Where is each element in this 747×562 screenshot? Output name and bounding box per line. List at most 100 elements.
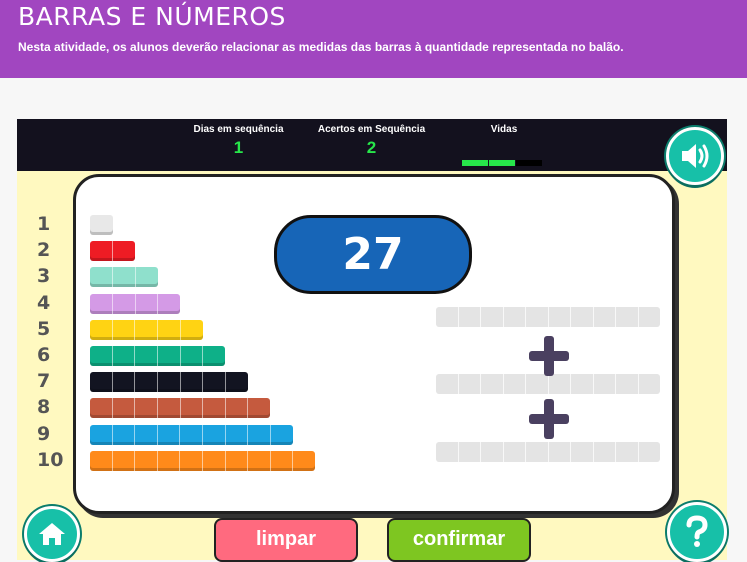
- life-segment: [462, 160, 488, 166]
- bar-unit: [226, 398, 249, 419]
- slot-unit: [504, 374, 526, 394]
- bar-unit: [158, 346, 181, 366]
- lives-label: Vidas: [490, 124, 518, 135]
- bar-number-label: 9: [37, 422, 51, 445]
- life-segment: [516, 160, 542, 166]
- bar-unit: [203, 346, 225, 366]
- slot-unit: [639, 374, 661, 394]
- bar-unit: [136, 293, 159, 314]
- slot-unit: [616, 442, 639, 462]
- bar-number-label: 10: [37, 448, 64, 471]
- stats-bar: Dias em sequência 1 Acertos em Sequência…: [17, 119, 727, 171]
- slot-unit: [526, 442, 549, 462]
- slot-unit: [436, 442, 459, 462]
- answer-slot[interactable]: [436, 442, 660, 462]
- slot-unit: [639, 307, 661, 327]
- slot-unit: [504, 307, 526, 327]
- life-segment: [489, 160, 515, 166]
- bar-unit: [113, 319, 136, 340]
- bar-unit: [113, 293, 136, 314]
- home-button[interactable]: [24, 506, 80, 562]
- bar-unit: [90, 293, 113, 314]
- number-bar-1[interactable]: [90, 215, 113, 235]
- slot-unit: [639, 442, 661, 462]
- number-bar-6[interactable]: [90, 346, 225, 366]
- clear-button[interactable]: limpar: [214, 518, 358, 562]
- bar-unit: [203, 398, 226, 419]
- hits-stat: Acertos em Sequência 2: [310, 124, 433, 158]
- number-bar-2[interactable]: [90, 241, 135, 262]
- number-bar-10[interactable]: [90, 450, 315, 471]
- bar-unit: [135, 424, 158, 445]
- bar-unit: [113, 241, 135, 261]
- bar-unit: [90, 267, 113, 288]
- bar-unit: [136, 267, 158, 287]
- bar-unit: [90, 372, 113, 393]
- bar-unit: [203, 450, 226, 471]
- slot-unit: [594, 442, 616, 462]
- number-bar-9[interactable]: [90, 424, 293, 445]
- answer-slot[interactable]: [436, 374, 660, 394]
- bar-unit: [158, 294, 180, 314]
- slot-unit: [481, 442, 504, 462]
- slot-unit: [571, 307, 594, 327]
- bar-number-label: 6: [37, 344, 51, 366]
- number-bar-4[interactable]: [90, 293, 180, 314]
- slot-unit: [571, 442, 594, 462]
- plus-icon: [529, 399, 569, 439]
- bar-unit: [180, 450, 203, 471]
- streak-stat: Dias em sequência 1: [187, 124, 290, 158]
- streak-label: Dias em sequência: [193, 124, 284, 135]
- bar-unit: [135, 319, 159, 340]
- slot-unit: [459, 442, 481, 462]
- confirm-button[interactable]: confirmar: [387, 518, 531, 562]
- slot-unit: [594, 307, 616, 327]
- bar-unit: [90, 241, 113, 262]
- sound-button[interactable]: [666, 127, 724, 185]
- bar-unit: [158, 319, 181, 340]
- bar-unit: [181, 372, 204, 393]
- bar-unit: [135, 398, 158, 419]
- bar-unit: [248, 450, 271, 471]
- slot-unit: [526, 374, 549, 394]
- bar-number-label: 2: [37, 239, 51, 262]
- bar-unit: [113, 372, 136, 393]
- bar-unit: [226, 424, 249, 445]
- bar-unit: [90, 398, 113, 419]
- number-bar-5[interactable]: [90, 319, 203, 340]
- number-bar-3[interactable]: [90, 267, 158, 288]
- bar-unit: [158, 398, 181, 419]
- bar-number-label: 5: [37, 317, 51, 340]
- slot-unit: [459, 307, 481, 327]
- bar-unit: [113, 450, 136, 471]
- page-description: Nesta atividade, os alunos deverão relac…: [18, 40, 624, 54]
- page-title: BARRAS E NÚMEROS: [18, 2, 286, 31]
- slot-unit: [616, 307, 639, 327]
- speaker-icon: [682, 144, 709, 168]
- bar-unit: [90, 319, 113, 340]
- bar-unit: [135, 346, 159, 366]
- bar-number-label: 1: [37, 213, 51, 235]
- slot-unit: [549, 374, 571, 394]
- answer-slot[interactable]: [436, 307, 660, 327]
- help-button[interactable]: [667, 502, 727, 562]
- bar-unit: [271, 450, 294, 471]
- hits-value: 2: [366, 138, 377, 157]
- bar-unit: [158, 372, 181, 393]
- bar-number-label: 8: [37, 396, 51, 419]
- lives-stat: Vidas: [479, 124, 529, 135]
- bar-unit: [90, 450, 113, 471]
- bar-unit: [90, 346, 113, 366]
- bar-unit: [180, 424, 204, 445]
- lives-meter: [462, 153, 543, 171]
- home-icon: [39, 523, 65, 545]
- bar-unit: [203, 372, 226, 393]
- bar-number-label: 4: [37, 291, 51, 314]
- bar-unit: [248, 424, 271, 445]
- bar-unit: [90, 424, 113, 445]
- number-bar-8[interactable]: [90, 398, 270, 419]
- bar-unit: [135, 450, 158, 471]
- number-bar-7[interactable]: [90, 372, 248, 393]
- slot-unit: [459, 374, 481, 394]
- slot-unit: [436, 307, 459, 327]
